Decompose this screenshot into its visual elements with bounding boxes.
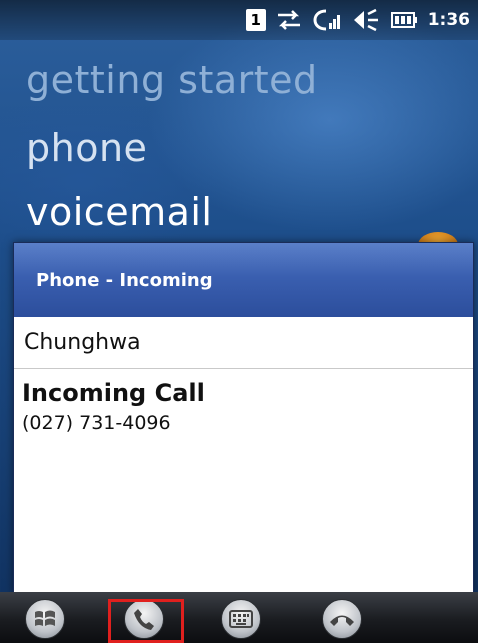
end-call-button[interactable] — [322, 599, 362, 639]
data-transfer-icon — [276, 9, 302, 31]
status-bar: 1 1:36 — [0, 0, 478, 40]
windows-start-icon — [35, 610, 55, 626]
taskbar — [0, 592, 478, 643]
keyboard-icon — [229, 610, 253, 628]
menu-item-voicemail[interactable]: voicemail — [26, 190, 212, 234]
dialog-title: Phone - Incoming — [14, 243, 473, 317]
call-status-title: Incoming Call — [22, 379, 205, 407]
sim-indicator-icon: 1 — [245, 9, 266, 31]
status-time: 1:36 — [427, 10, 470, 30]
incoming-call-dialog: Phone - Incoming Chunghwa Incoming Call … — [13, 242, 474, 594]
signal-strength-icon — [312, 8, 342, 32]
call-details: Incoming Call (027) 731-4096 — [14, 369, 473, 445]
caller-phone-number: (027) 731-4096 — [22, 412, 171, 434]
battery-icon — [390, 10, 418, 30]
end-call-icon — [330, 615, 354, 626]
windows-start-button[interactable] — [25, 599, 65, 639]
caller-name: Chunghwa — [14, 317, 473, 369]
menu-item-phone[interactable]: phone — [26, 126, 147, 170]
answer-call-highlight — [108, 599, 184, 643]
menu-item-getting-started[interactable]: getting started — [26, 58, 318, 102]
keyboard-button[interactable] — [221, 599, 261, 639]
speaker-icon — [352, 8, 380, 32]
